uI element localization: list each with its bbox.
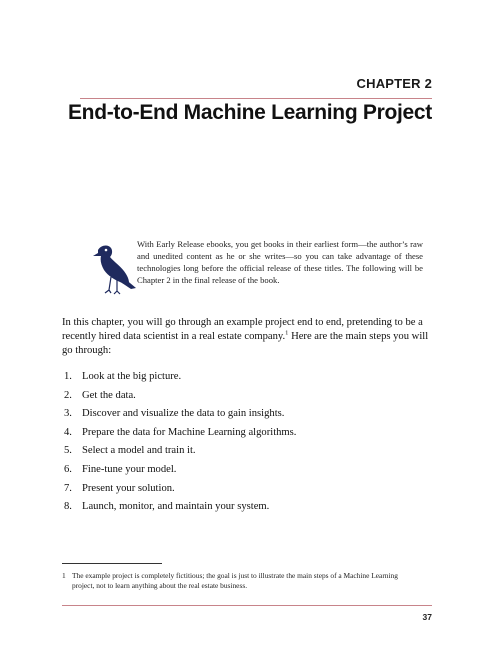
list-item: 5. Select a model and train it. <box>62 444 432 463</box>
list-item: 3. Discover and visualize the data to gai… <box>62 407 432 426</box>
step-text: Present your solution. <box>82 482 175 494</box>
step-number: 3. <box>64 408 72 420</box>
bird-icon <box>93 245 136 295</box>
list-item: 4. Prepare the data for Machine Learning … <box>62 426 432 445</box>
chapter-label: CHAPTER 2 <box>356 76 432 91</box>
list-item: 2. Get the data. <box>62 389 432 408</box>
list-item: 8. Launch, monitor, and maintain your sys… <box>62 500 432 519</box>
step-text: Select a model and train it. <box>82 445 196 457</box>
footnote-line-1: The example project is completely fictit… <box>72 571 398 580</box>
step-number: 2. <box>64 389 72 401</box>
list-item: 1. Look at the big picture. <box>62 370 432 389</box>
step-number: 5. <box>64 445 72 457</box>
step-text: Launch, monitor, and maintain your syste… <box>82 501 270 513</box>
early-release-notice: With Early Release ebooks, you get books… <box>137 239 423 285</box>
step-text: Get the data. <box>82 389 136 401</box>
page-number: 37 <box>422 612 432 622</box>
step-text: Look at the big picture. <box>82 371 182 382</box>
footer-rule <box>62 605 432 606</box>
list-item: 7. Present your solution. <box>62 482 432 501</box>
chapter-title: End-to-End Machine Learning Project <box>67 101 432 124</box>
step-number: 8. <box>64 501 72 513</box>
step-number: 6. <box>64 463 72 475</box>
footnote-number: 1 <box>62 571 66 580</box>
step-number: 1. <box>64 371 72 382</box>
step-number: 4. <box>64 426 72 438</box>
header-rule <box>80 98 432 99</box>
footnote: 1 The example project is completely ficti… <box>62 571 434 591</box>
steps-list: 1. Look at the big picture. 2. Get the dat… <box>62 370 432 519</box>
list-item: 6. Fine-tune your model. <box>62 463 432 482</box>
footnote-line-2: project, not to learn anything about the… <box>72 581 248 590</box>
step-text: Discover and visualize the data to gain … <box>82 408 285 420</box>
step-number: 7. <box>64 482 72 494</box>
footnote-divider <box>62 563 162 564</box>
step-text: Prepare the data for Machine Learning al… <box>82 426 297 438</box>
intro-paragraph: In this chapter, you will go through an … <box>62 316 432 358</box>
step-text: Fine-tune your model. <box>82 463 177 475</box>
